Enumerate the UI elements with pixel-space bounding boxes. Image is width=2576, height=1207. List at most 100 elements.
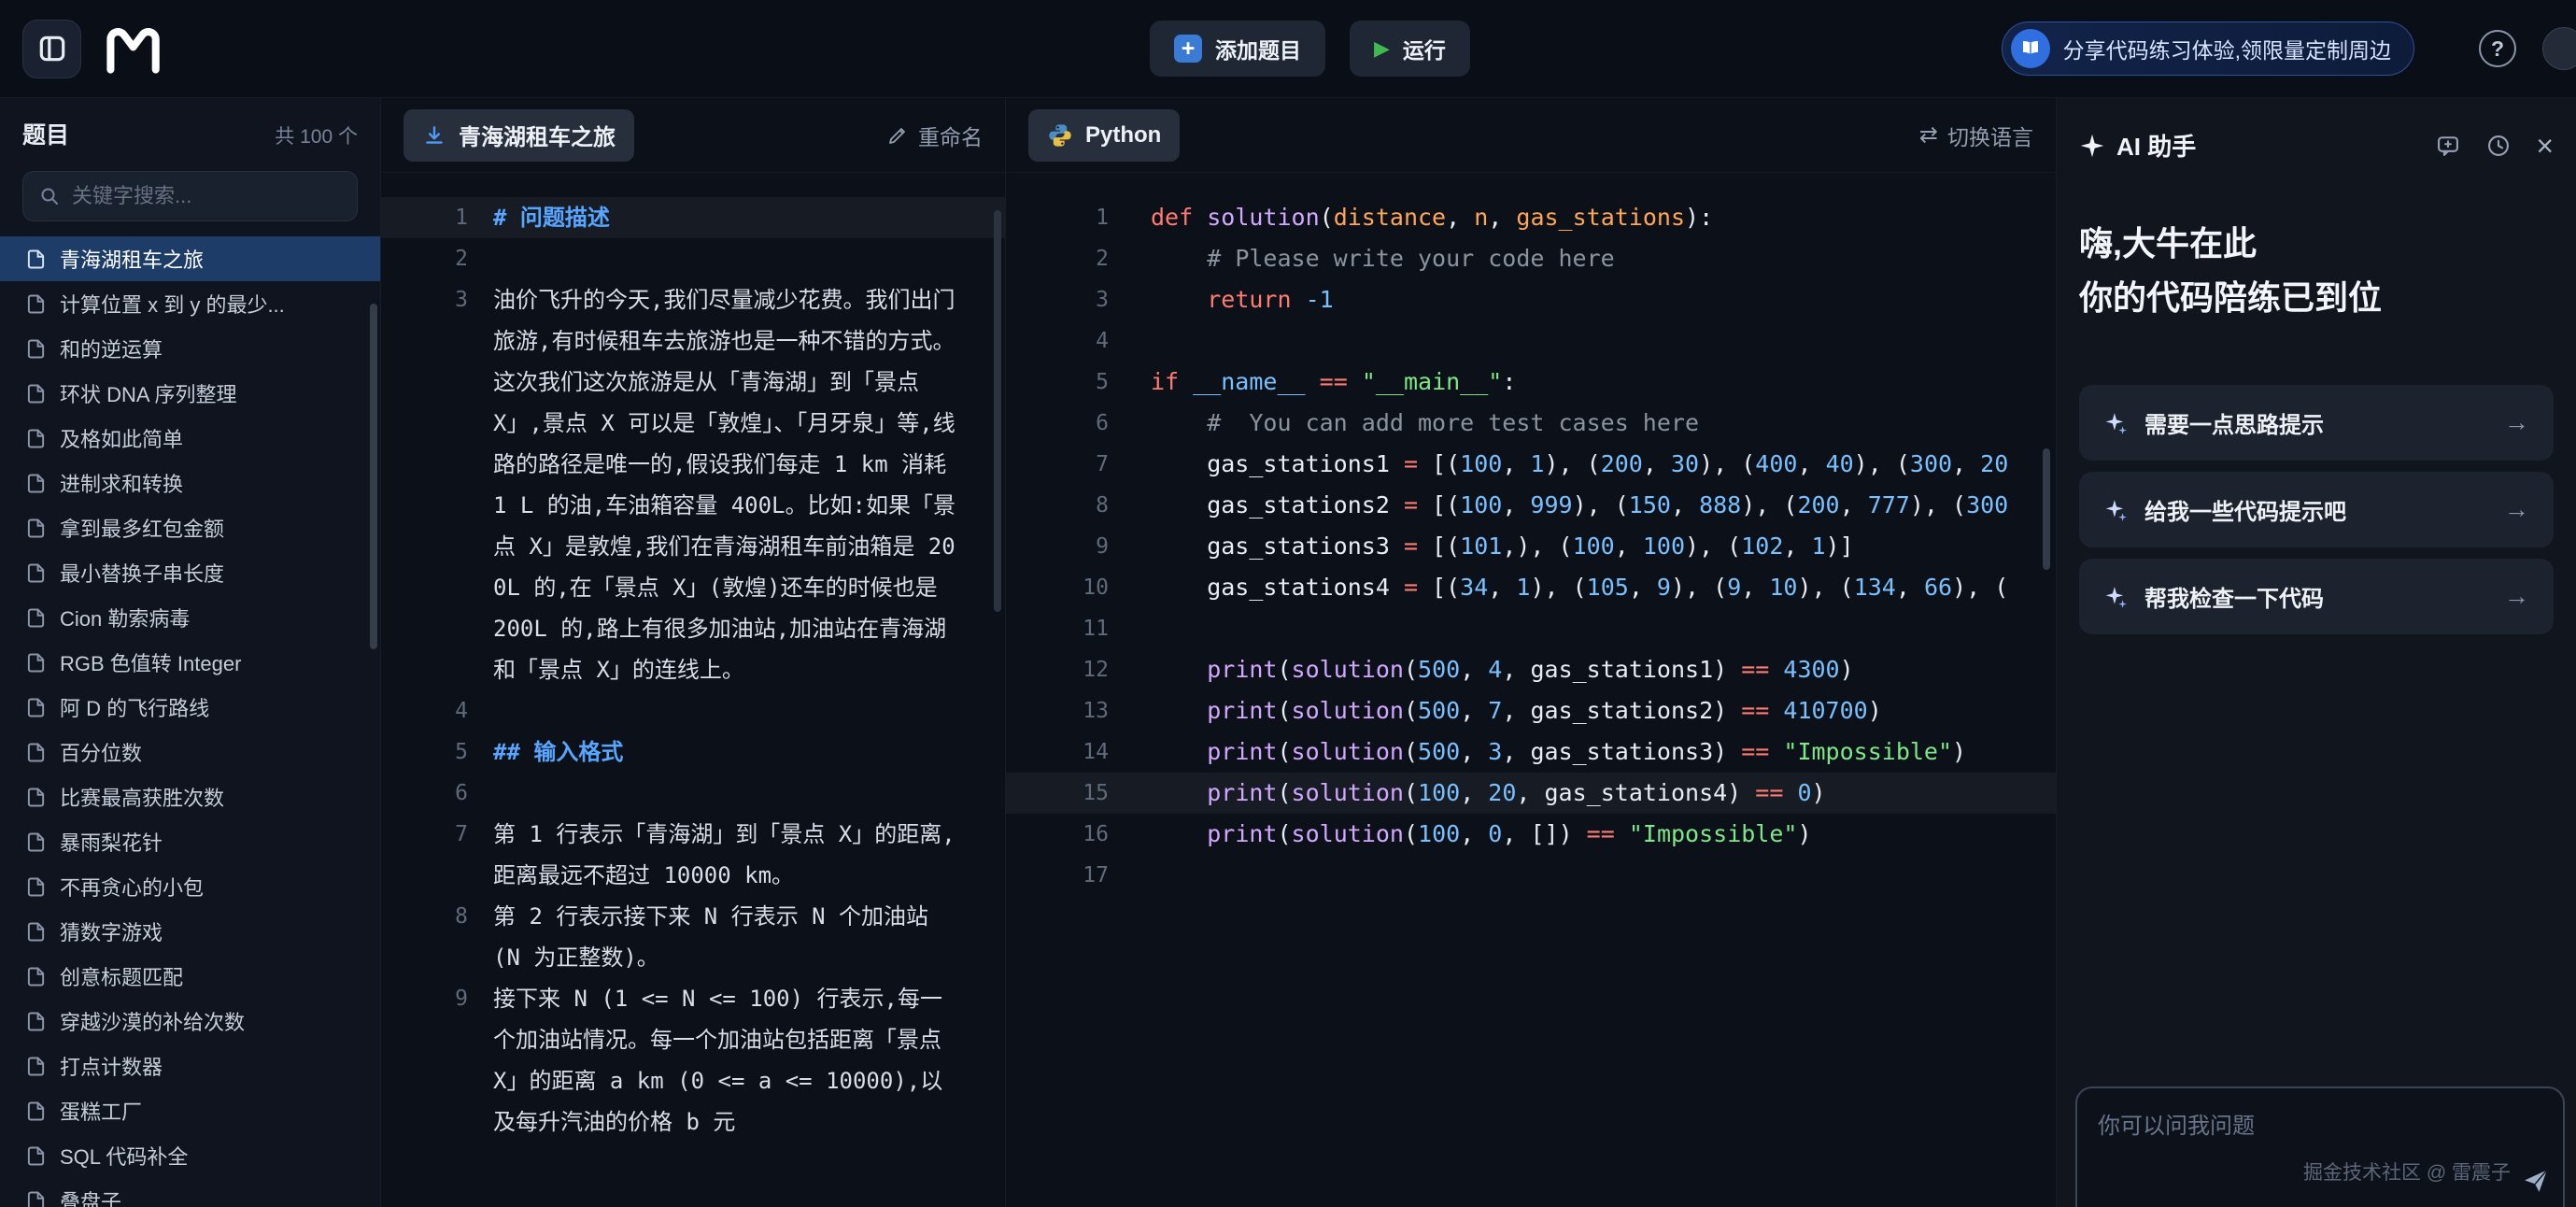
- problem-line[interactable]: 1# 问题描述: [381, 197, 1005, 238]
- ai-suggestion-card[interactable]: 需要一点思路提示 →: [2079, 385, 2554, 461]
- share-banner[interactable]: 分享代码练习体验,领限量定制周边: [2002, 21, 2414, 76]
- problem-panel: 青海湖租车之旅 重命名 1# 问题描述23油价飞升的今天,我们尽量减少花费。我们…: [381, 98, 1005, 1207]
- problem-line[interactable]: 4: [381, 690, 1005, 731]
- ai-input-box[interactable]: 你可以问我问题 掘金技术社区 @ 雷震子: [2075, 1086, 2565, 1207]
- problem-list-item[interactable]: Cion 勒索病毒: [0, 595, 380, 640]
- banner-text: 分享代码练习体验,领限量定制周边: [2063, 33, 2391, 64]
- line-number: 2: [1006, 238, 1109, 279]
- problem-line[interactable]: 9接下来 N (1 <= N <= 100) 行表示,每一个加油站情况。每一个加…: [381, 978, 1005, 1143]
- code-line[interactable]: 11: [1006, 608, 2056, 649]
- close-icon[interactable]: ×: [2536, 131, 2554, 161]
- run-button[interactable]: ▶ 运行: [1350, 21, 1470, 77]
- problem-list-item[interactable]: SQL 代码补全: [0, 1133, 380, 1178]
- switch-language-button[interactable]: ⇄ 切换语言: [1919, 120, 2033, 151]
- sparkle-icon: [2103, 585, 2128, 609]
- problem-list-item[interactable]: 叠盘子: [0, 1178, 380, 1207]
- code-line-text: gas_stations4 = [(34, 1), (105, 9), (9, …: [1151, 567, 2008, 608]
- search-input[interactable]: [72, 184, 342, 208]
- add-question-button[interactable]: + 添加题目: [1150, 21, 1325, 77]
- problem-label: 进制求和转换: [60, 468, 183, 498]
- line-number: 5: [381, 731, 468, 773]
- problem-line[interactable]: 3油价飞升的今天,我们尽量减少花费。我们出门旅游,有时候租车去旅游也是一种不错的…: [381, 279, 1005, 690]
- code-line[interactable]: 7 gas_stations1 = [(100, 1), (200, 30), …: [1006, 444, 2056, 485]
- problem-line[interactable]: 5## 输入格式: [381, 731, 1005, 773]
- code-line[interactable]: 14 print(solution(500, 3, gas_stations3)…: [1006, 731, 2056, 773]
- problem-line[interactable]: 7第 1 行表示「青海湖」到「景点 X」的距离,距离最远不超过 10000 km…: [381, 814, 1005, 896]
- ai-suggestion-card[interactable]: 给我一些代码提示吧 →: [2079, 472, 2554, 547]
- problem-list-item[interactable]: 进制求和转换: [0, 461, 380, 505]
- code-line[interactable]: 8 gas_stations2 = [(100, 999), (150, 888…: [1006, 485, 2056, 526]
- code-line[interactable]: 6 # You can add more test cases here: [1006, 403, 2056, 444]
- problem-line[interactable]: 8第 2 行表示接下来 N 行表示 N 个加油站 (N 为正整数)。: [381, 896, 1005, 978]
- line-number: 1: [381, 197, 468, 238]
- new-chat-icon[interactable]: [2435, 133, 2461, 159]
- problem-list-item[interactable]: 打点计数器: [0, 1044, 380, 1088]
- avatar[interactable]: [2542, 27, 2576, 70]
- code-line[interactable]: 17: [1006, 855, 2056, 896]
- sidebar-scrollbar[interactable]: [370, 304, 377, 649]
- problem-title: 青海湖租车之旅: [459, 119, 616, 151]
- document-icon: [24, 741, 48, 764]
- language-tab[interactable]: Python: [1028, 109, 1180, 162]
- code-line[interactable]: 15 print(solution(100, 20, gas_stations4…: [1006, 773, 2056, 814]
- problem-list-item[interactable]: 猜数字游戏: [0, 909, 380, 954]
- problem-label: 猜数字游戏: [60, 916, 163, 946]
- code-line[interactable]: 3 return -1: [1006, 279, 2056, 320]
- code-scrollbar[interactable]: [2043, 448, 2050, 570]
- help-icon[interactable]: ?: [2479, 30, 2516, 67]
- problem-list-item[interactable]: 不再贪心的小包: [0, 864, 380, 909]
- sidebar-toggle-button[interactable]: [22, 20, 81, 78]
- send-icon[interactable]: [2522, 1167, 2550, 1200]
- problem-label: 和的逆运算: [60, 334, 163, 363]
- code-line[interactable]: 16 print(solution(100, 0, []) == "Imposs…: [1006, 814, 2056, 855]
- code-line[interactable]: 13 print(solution(500, 7, gas_stations2)…: [1006, 690, 2056, 731]
- problem-list-item[interactable]: 拿到最多红包金额: [0, 505, 380, 550]
- problem-line[interactable]: 6: [381, 773, 1005, 814]
- ai-greeting-line2: 你的代码陪练已到位: [2079, 271, 2554, 325]
- ai-sparkle-icon: [2079, 133, 2105, 159]
- problem-list-item[interactable]: 环状 DNA 序列整理: [0, 371, 380, 416]
- problem-scrollbar[interactable]: [994, 210, 1001, 612]
- problem-list-item[interactable]: 百分位数: [0, 730, 380, 774]
- code-line[interactable]: 5if __name__ == "__main__":: [1006, 362, 2056, 403]
- code-line[interactable]: 1def solution(distance, n, gas_stations)…: [1006, 197, 2056, 238]
- code-line-text: gas_stations3 = [(101,), (100, 100), (10…: [1151, 526, 1854, 567]
- problem-label: 创意标题匹配: [60, 961, 183, 991]
- problem-list-item[interactable]: RGB 色值转 Integer: [0, 640, 380, 685]
- problem-list-item[interactable]: 阿 D 的飞行路线: [0, 685, 380, 730]
- problem-lines: 1# 问题描述23油价飞升的今天,我们尽量减少花费。我们出门旅游,有时候租车去旅…: [381, 173, 1005, 1207]
- marscode-logo-icon: [102, 21, 177, 76]
- problem-list-item[interactable]: 及格如此简单: [0, 416, 380, 461]
- problem-list-item[interactable]: 创意标题匹配: [0, 954, 380, 999]
- problem-list-item[interactable]: 计算位置 x 到 y 的最少...: [0, 281, 380, 326]
- line-number: 15: [1006, 773, 1109, 814]
- code-line-text: print(solution(100, 20, gas_stations4) =…: [1151, 773, 1826, 814]
- ai-greeting: 嗨,大牛在此 你的代码陪练已到位: [2079, 217, 2554, 325]
- line-number: 13: [1006, 690, 1109, 731]
- code-line[interactable]: 10 gas_stations4 = [(34, 1), (105, 9), (…: [1006, 567, 2056, 608]
- swap-icon: ⇄: [1919, 124, 1938, 147]
- search-box[interactable]: [22, 171, 358, 221]
- history-icon[interactable]: [2485, 133, 2512, 159]
- problem-list-item[interactable]: 和的逆运算: [0, 326, 380, 371]
- problem-label: 最小替换子串长度: [60, 558, 224, 588]
- code-line[interactable]: 9 gas_stations3 = [(101,), (100, 100), (…: [1006, 526, 2056, 567]
- problem-list-item[interactable]: 最小替换子串长度: [0, 550, 380, 595]
- problem-list-item[interactable]: 比赛最高获胜次数: [0, 774, 380, 819]
- code-line[interactable]: 4: [1006, 320, 2056, 362]
- code-line[interactable]: 2 # Please write your code here: [1006, 238, 2056, 279]
- problem-list-item[interactable]: 穿越沙漠的补给次数: [0, 999, 380, 1044]
- problem-list-item[interactable]: 蛋糕工厂: [0, 1088, 380, 1133]
- ai-suggestion-card[interactable]: 帮我检查一下代码 →: [2079, 559, 2554, 634]
- line-number: 12: [1006, 649, 1109, 690]
- rename-button[interactable]: 重命名: [886, 120, 983, 151]
- problem-line[interactable]: 2: [381, 238, 1005, 279]
- code-line[interactable]: 12 print(solution(500, 4, gas_stations1)…: [1006, 649, 2056, 690]
- add-question-label: 添加题目: [1215, 33, 1301, 64]
- problem-list-item[interactable]: 暴雨梨花针: [0, 819, 380, 864]
- problem-label: 青海湖租车之旅: [60, 244, 204, 274]
- run-label: 运行: [1403, 33, 1446, 64]
- problem-title-tab[interactable]: 青海湖租车之旅: [403, 109, 634, 162]
- problem-list-item[interactable]: 青海湖租车之旅: [0, 236, 380, 281]
- document-icon: [24, 786, 48, 809]
